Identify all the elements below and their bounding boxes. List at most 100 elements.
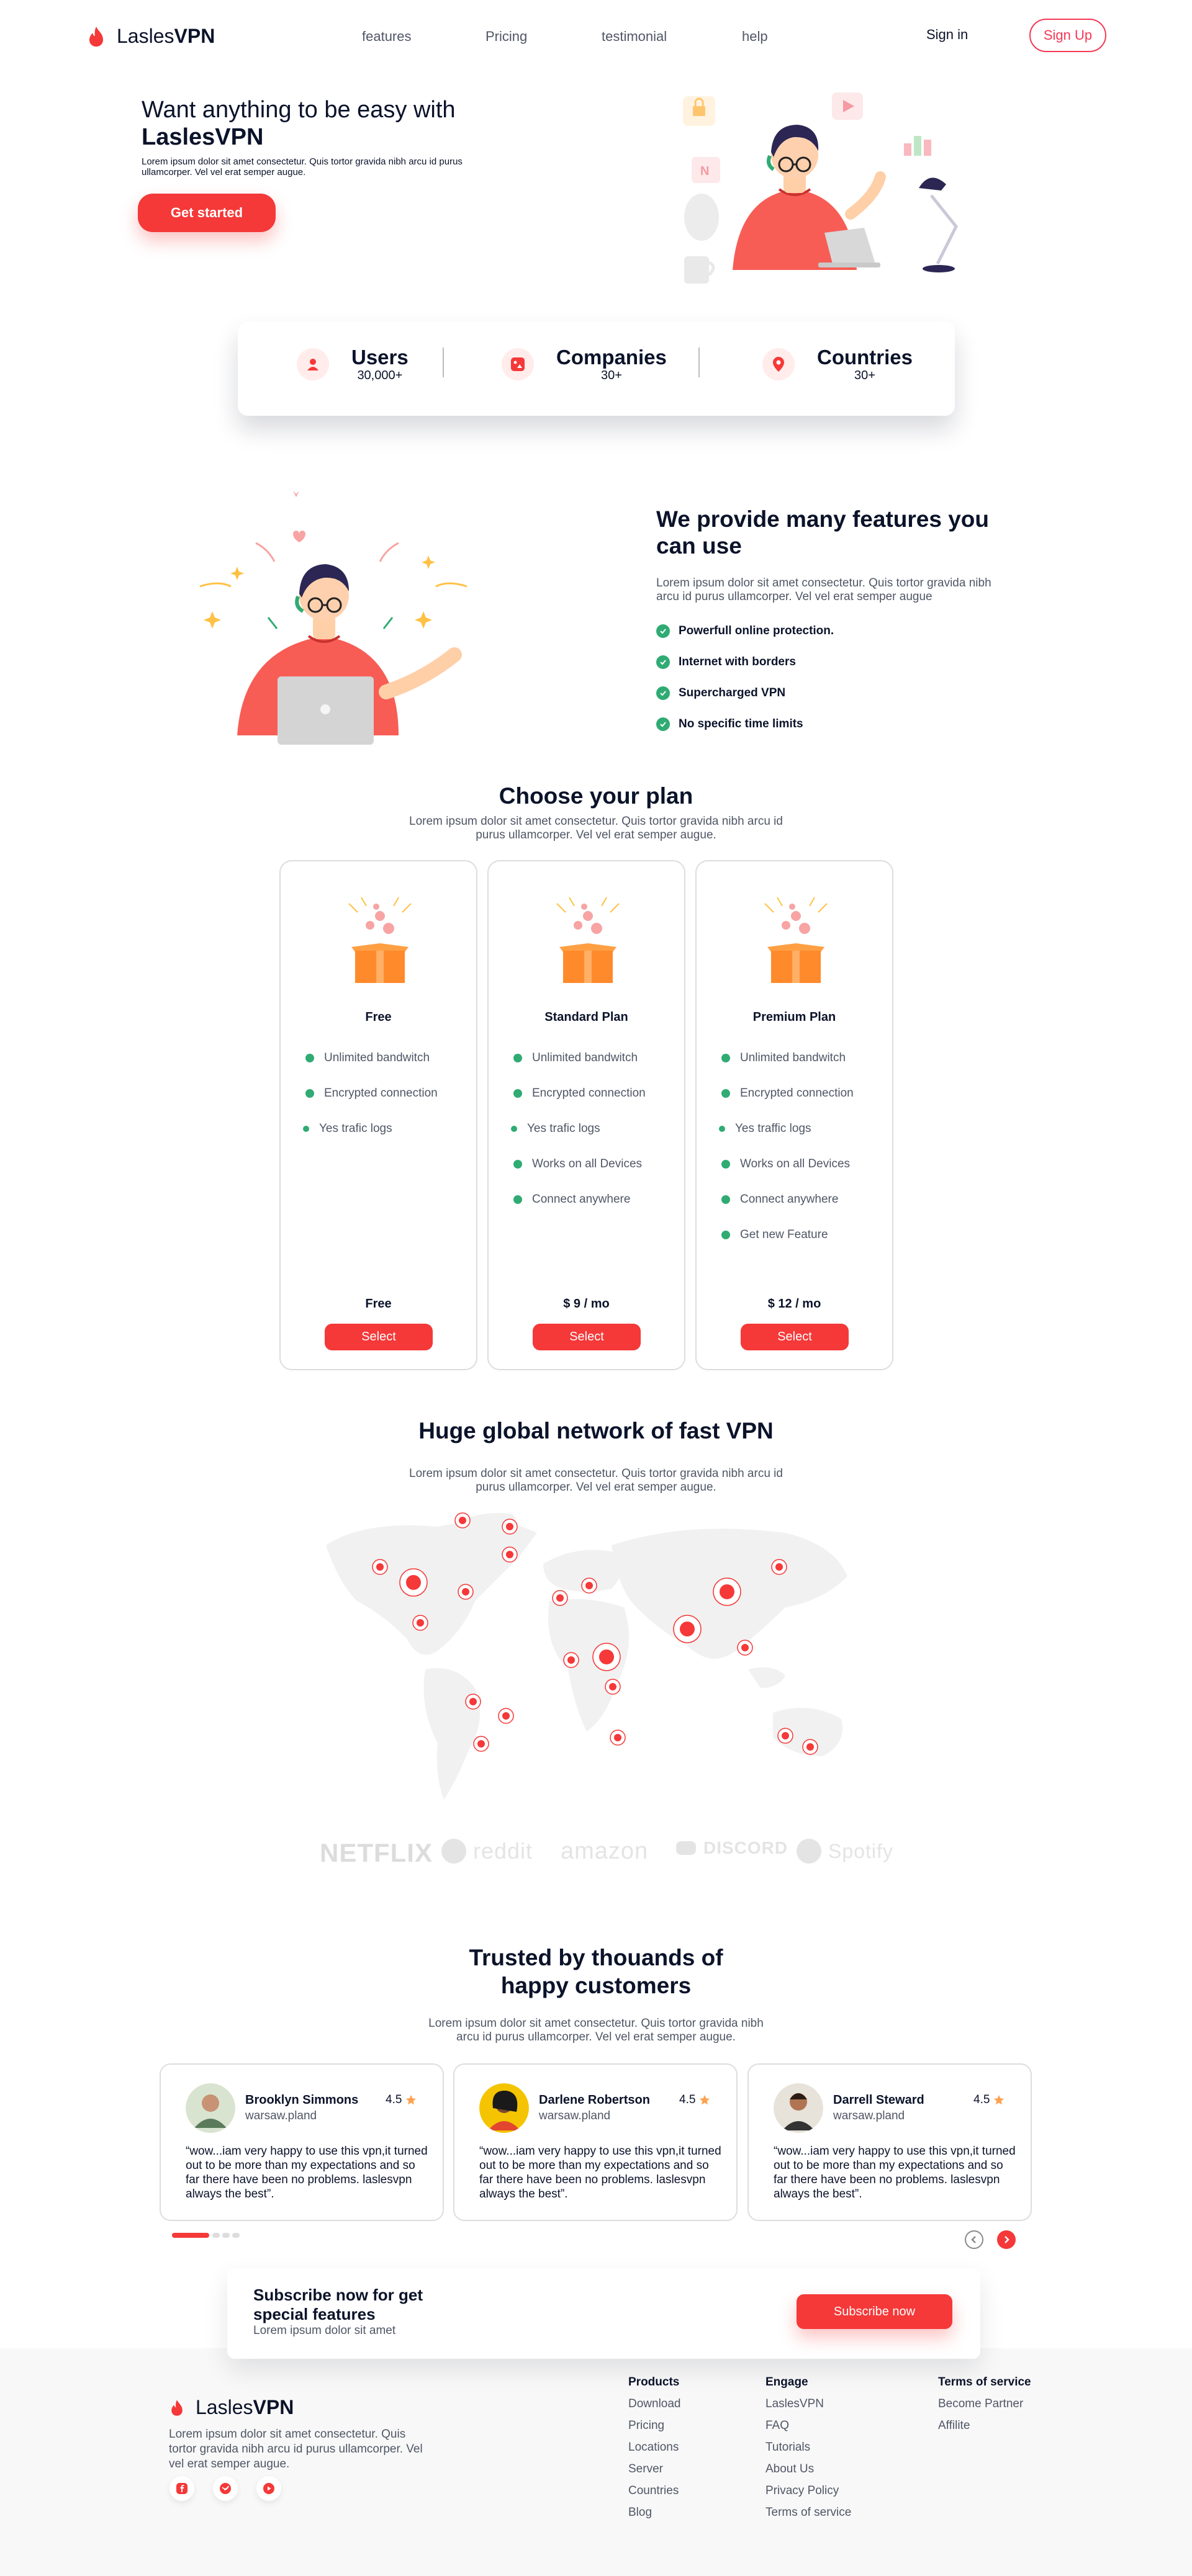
plans-subtitle: Lorem ipsum dolor sit amet consectetur. … [409, 815, 783, 841]
footer-engage-link[interactable]: Tutorials [765, 2441, 810, 2454]
get-started-button[interactable]: Get started [138, 194, 276, 232]
rating: 4.5 [973, 2093, 1005, 2107]
signin-link[interactable]: Sign in [926, 27, 968, 43]
stats-card: Users 30,000+ Companies 30+ Countries 30… [238, 321, 955, 416]
plan-feature: Yes traffic logs [719, 1111, 854, 1146]
footer-engage-link[interactable]: Privacy Policy [765, 2484, 839, 2498]
carousel-dot[interactable] [232, 2233, 240, 2238]
nav-link-pricing[interactable]: Pricing [485, 29, 527, 45]
server-location-dot [782, 1732, 789, 1739]
top-navbar: LaslesVPN features Pricing testimonial h… [0, 0, 1192, 73]
partner-spotify-logo: Spotify [796, 1838, 893, 1864]
plan-feature: Encrypted connection [721, 1075, 854, 1111]
server-location-dot [599, 1649, 614, 1664]
subscribe-title: Subscribe now for get special features [253, 2286, 423, 2323]
youtube-icon[interactable] [256, 2476, 281, 2501]
footer-engage-link[interactable]: About Us [765, 2462, 814, 2476]
rating: 4.5 [679, 2093, 710, 2107]
avatar [186, 2083, 235, 2133]
check-icon [656, 717, 670, 731]
features-title: We provide many features you can use [656, 506, 989, 559]
plan-feature: Yes trafic logs [511, 1111, 646, 1146]
carousel-dot[interactable] [212, 2233, 220, 2238]
reviewer-location: warsaw.pland [245, 2109, 317, 2122]
footer-brand-name: LaslesVPN [196, 2396, 294, 2418]
check-icon [721, 1053, 730, 1062]
plan-feature: Get new Feature [721, 1217, 854, 1252]
carousel-prev-button[interactable] [965, 2230, 983, 2249]
footer-engage-link[interactable]: Terms of service [765, 2506, 851, 2520]
footer-terms-link[interactable]: Become Partner [938, 2397, 1023, 2411]
user-icon [297, 348, 329, 380]
check-icon [721, 1230, 730, 1239]
footer-description: Lorem ipsum dolor sit amet consectetur. … [169, 2428, 423, 2471]
plan-price: $ 12 / mo [767, 1297, 821, 1311]
select-plan-button[interactable]: Select [741, 1324, 849, 1350]
check-icon [305, 1088, 314, 1098]
brand-logo[interactable]: LaslesVPN [87, 25, 215, 48]
plan-card: Premium Plan Unlimited bandwitch Encrypted… [695, 860, 893, 1370]
stat-divider [443, 348, 444, 377]
nav-link-testimonial[interactable]: testimonial [602, 29, 667, 45]
server-location-dot [741, 1644, 749, 1651]
hero-title-line1: Want anything to be easy with [142, 97, 456, 123]
server-location-dot [567, 1656, 575, 1664]
plan-price: Free [365, 1297, 392, 1311]
footer-products-link[interactable]: Server [628, 2462, 663, 2476]
footer-products-link[interactable]: Countries [628, 2484, 679, 2498]
plan-feature: Works on all Devices [513, 1146, 646, 1182]
server-location-dot [459, 1517, 466, 1524]
plan-feature: Encrypted connection [513, 1075, 646, 1111]
plan-feature-list: Unlimited bandwitch Encrypted connection Y… [303, 1040, 438, 1146]
twitter-icon[interactable] [213, 2476, 238, 2501]
plan-card: Free Unlimited bandwitch Encrypted connect… [279, 860, 477, 1370]
testimonial-card: Darrell Steward warsaw.pland 4.5 “wow...… [747, 2063, 1032, 2221]
stat-companies-value: 30+ [600, 369, 622, 382]
carousel-next-button[interactable] [997, 2230, 1016, 2249]
stat-countries-value: 30+ [854, 369, 875, 382]
footer-engage-link[interactable]: FAQ [765, 2419, 789, 2433]
check-icon [721, 1195, 730, 1204]
select-plan-button[interactable]: Select [533, 1324, 641, 1350]
brand-name: LaslesVPN [117, 25, 215, 47]
footer-terms-link[interactable]: Affilite [938, 2419, 970, 2433]
check-icon [513, 1195, 522, 1204]
footer-products-link[interactable]: Pricing [628, 2419, 664, 2433]
testimonial-card: Brooklyn Simmons warsaw.pland 4.5 “wow..… [160, 2063, 444, 2221]
plan-feature: Yes trafic logs [303, 1111, 438, 1146]
carousel-dot-active[interactable] [172, 2233, 209, 2238]
footer-products-link[interactable]: Locations [628, 2441, 679, 2454]
server-location-dot [462, 1588, 469, 1595]
reviewer-location: warsaw.pland [833, 2109, 905, 2122]
star-icon [406, 2094, 417, 2105]
nav-link-features[interactable]: features [362, 29, 412, 45]
network-title: Huge global network of fast VPN [418, 1418, 774, 1443]
footer-products-link[interactable]: Blog [628, 2506, 652, 2520]
footer-engage-link[interactable]: LaslesVPN [765, 2397, 824, 2411]
testimonials-subtitle: Lorem ipsum dolor sit amet consectetur. … [428, 2017, 764, 2044]
footer-brand-logo[interactable]: LaslesVPN [169, 2396, 294, 2419]
testimonial-card: Darlene Robertson warsaw.pland 4.5 “wow.… [453, 2063, 738, 2221]
gift-box-icon [556, 897, 620, 983]
signup-button[interactable]: Sign Up [1029, 19, 1106, 52]
partner-netflix-logo: NETFLIX [320, 1838, 433, 1867]
location-pin-icon [762, 348, 795, 380]
feature-item: Internet with borders [656, 655, 796, 669]
flame-logo-icon [89, 26, 103, 47]
feature-item: Supercharged VPN [656, 686, 785, 700]
check-icon [513, 1159, 522, 1169]
check-icon [721, 1088, 730, 1098]
feature-item: Powerfull online protection. [656, 624, 834, 638]
testimonial-quote: “wow...iam very happy to use this vpn,it… [186, 2145, 428, 2201]
server-location-dot [556, 1594, 564, 1602]
svg-text:N: N [700, 164, 709, 178]
stat-companies: Companies 30+ [502, 346, 667, 382]
subscribe-button[interactable]: Subscribe now [797, 2294, 952, 2329]
nav-link-help[interactable]: help [742, 29, 768, 45]
server-location-dot [680, 1622, 695, 1636]
plan-price: $ 9 / mo [563, 1297, 610, 1311]
facebook-icon[interactable] [169, 2476, 194, 2501]
select-plan-button[interactable]: Select [325, 1324, 433, 1350]
carousel-dot[interactable] [222, 2233, 230, 2238]
footer-products-link[interactable]: Download [628, 2397, 681, 2411]
